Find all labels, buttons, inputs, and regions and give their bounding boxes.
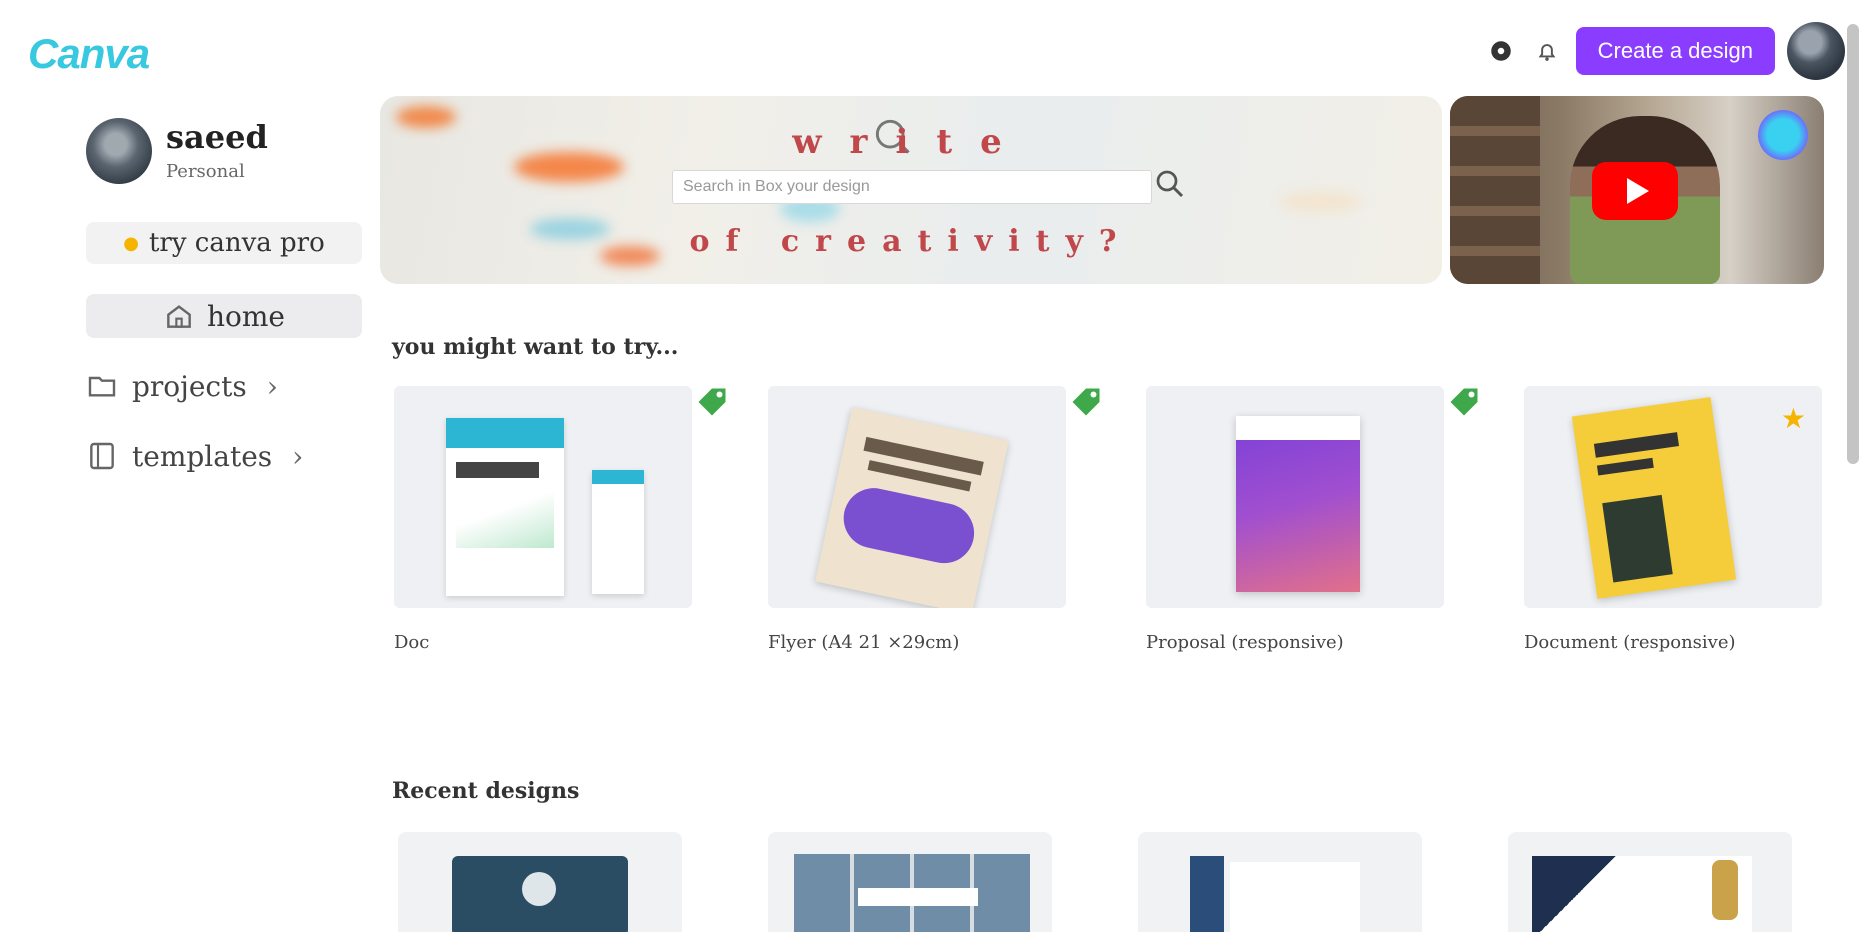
sidebar-item-projects[interactable]: projects › [86,364,362,408]
suggestion-card-flyer[interactable]: Flyer (A4 21 ×29cm) [768,386,1100,653]
try-pro-label: try canva pro [148,228,325,258]
recent-design-card[interactable] [398,832,682,932]
card-thumbnail [394,386,692,608]
star-icon: ★ [1780,402,1806,435]
notification-bell-icon[interactable] [1530,34,1564,68]
create-design-button[interactable]: Create a design [1575,27,1775,75]
recent-design-card[interactable] [1508,832,1792,932]
sidebar-item-label: templates [132,439,273,473]
top-bar-actions: Create a design [1484,22,1845,80]
design-search-input[interactable] [683,178,1151,196]
try-pro-button[interactable]: ● try canva pro [86,222,362,264]
chevron-right-icon: › [266,369,278,403]
card-thumbnail [768,386,1066,608]
profile-avatar [86,118,152,184]
design-search-box[interactable] [672,170,1152,204]
home-icon [167,305,191,328]
canva-logo[interactable]: Canva [28,30,150,78]
promo-video[interactable] [1450,96,1824,284]
suggestion-card-proposal[interactable]: Proposal (responsive) [1146,386,1478,653]
settings-icon[interactable] [1484,34,1518,68]
search-icon[interactable] [1152,166,1188,202]
recent-design-card[interactable] [1138,832,1422,932]
price-tag-icon [1450,388,1478,416]
card-label: Doc [394,632,430,653]
crown-icon: ● [123,232,139,254]
page-scrollbar[interactable] [1847,24,1859,464]
sidebar-item-templates[interactable]: templates › [86,434,362,478]
sidebar: saeed Personal ● try canva pro home proj… [86,118,362,504]
folder-icon [88,376,116,397]
suggestion-card-document[interactable]: ★ Document (responsive) [1524,386,1822,653]
sidebar-item-label: home [206,299,285,333]
hero-banner: write of creativity? [380,96,1442,284]
sidebar-item-home[interactable]: home [86,294,362,338]
recent-design-card[interactable] [768,832,1052,932]
card-label: Document (responsive) [1524,632,1736,653]
video-background [1450,96,1540,284]
account-avatar[interactable] [1787,22,1845,80]
price-tag-icon [1072,388,1100,416]
banner-title: write [792,122,1030,162]
chevron-right-icon: › [292,439,304,473]
sidebar-item-label: projects [132,369,247,403]
card-label: Flyer (A4 21 ×29cm) [768,632,960,653]
paint-splash [1280,192,1360,212]
user-plan: Personal [166,161,245,183]
play-icon[interactable] [1592,162,1678,220]
templates-icon [90,442,114,470]
suggestions-heading: you might want to try... [392,334,679,360]
suggestion-card-doc[interactable]: Doc [394,386,726,653]
user-profile[interactable]: saeed Personal [86,118,362,184]
logo-text: Canva [28,30,150,77]
price-tag-icon [698,388,726,416]
card-thumbnail [1524,386,1822,608]
canva-badge-icon [1758,110,1808,160]
user-name: saeed [166,117,268,156]
card-thumbnail [1146,386,1444,608]
banner-subtitle: of creativity? [689,224,1133,259]
card-label: Proposal (responsive) [1146,632,1344,653]
recent-designs-heading: Recent designs [392,778,580,804]
